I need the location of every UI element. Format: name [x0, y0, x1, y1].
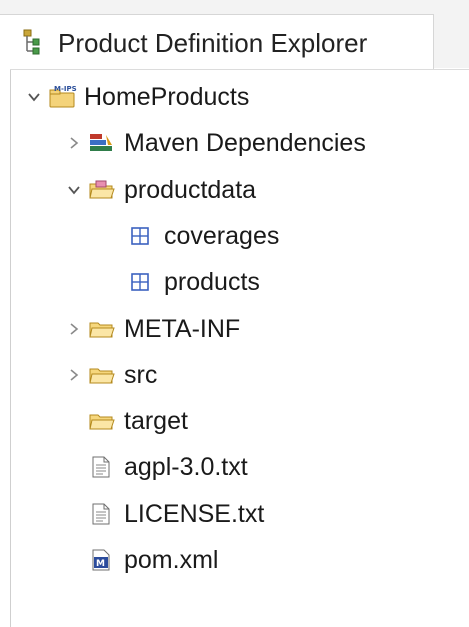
view-border-left	[10, 70, 11, 627]
chevron-down-icon[interactable]	[20, 77, 48, 117]
library-icon	[88, 123, 118, 163]
tree-item-label: products	[164, 268, 260, 297]
ips-project-icon: M-IPS	[48, 77, 78, 117]
tree-item-label: agpl-3.0.txt	[124, 453, 248, 482]
tree-expander-spacer	[60, 494, 88, 534]
tree-item-label: HomeProducts	[84, 83, 250, 111]
product-definition-explorer-view: Product Definition Explorer M-IPS HomePro…	[0, 0, 469, 627]
tree-item-pom-xml[interactable]: Mpom.xml	[60, 540, 218, 580]
tree-item-maven-dependencies[interactable]: Maven Dependencies	[60, 123, 366, 163]
tree-item-coverages[interactable]: coverages	[100, 216, 279, 256]
tree-expander-spacer	[100, 216, 128, 256]
table-grid-icon	[128, 262, 158, 302]
tree-item-agpl-3-0-txt[interactable]: agpl-3.0.txt	[60, 447, 248, 487]
table-grid-icon	[128, 216, 158, 256]
tree-item-products[interactable]: products	[100, 262, 260, 302]
tree-expander-spacer	[100, 262, 128, 302]
tree-item-meta-inf[interactable]: META-INF	[60, 309, 240, 349]
tree-item-label: target	[124, 407, 188, 436]
tree-item-label: LICENSE.txt	[124, 499, 265, 528]
tree-item-label: pom.xml	[124, 546, 219, 574]
chevron-right-icon[interactable]	[60, 309, 88, 349]
folder-icon	[88, 355, 118, 395]
tree-item-label: coverages	[164, 221, 280, 250]
tree-item-label: Maven Dependencies	[124, 129, 366, 158]
view-border-top	[10, 69, 469, 70]
chevron-right-icon[interactable]	[60, 123, 88, 163]
tab-product-definition-explorer[interactable]: Product Definition Explorer	[0, 14, 434, 70]
tree-expander-spacer	[60, 447, 88, 487]
tree-item-license-txt[interactable]: LICENSE.txt	[60, 494, 264, 534]
tree-expander-spacer	[60, 401, 88, 441]
tree-expander-spacer	[60, 540, 88, 580]
tree-item-label: META-INF	[124, 314, 241, 343]
view-title: Product Definition Explorer	[58, 28, 368, 58]
tree-item-src[interactable]: src	[60, 355, 157, 395]
folder-icon	[88, 401, 118, 441]
maven-file-icon: M	[88, 540, 118, 580]
svg-text:M-IPS: M-IPS	[54, 85, 77, 93]
svg-text:M: M	[96, 559, 105, 569]
text-file-icon	[88, 494, 118, 534]
tree-item-label: productdata	[124, 175, 257, 204]
view-tab-bar: Product Definition Explorer	[0, 0, 469, 70]
hierarchy-icon	[23, 29, 41, 55]
package-folder-open-icon	[88, 170, 118, 210]
text-file-icon	[88, 447, 118, 487]
tree-item-target[interactable]: target	[60, 401, 188, 441]
chevron-right-icon[interactable]	[60, 355, 88, 395]
tree-item-homeproducts[interactable]: M-IPS HomeProducts	[20, 77, 249, 117]
folder-icon	[88, 309, 118, 349]
tree-item-label: src	[124, 360, 158, 389]
tree-item-productdata[interactable]: productdata	[60, 170, 256, 210]
chevron-down-icon[interactable]	[60, 170, 88, 210]
